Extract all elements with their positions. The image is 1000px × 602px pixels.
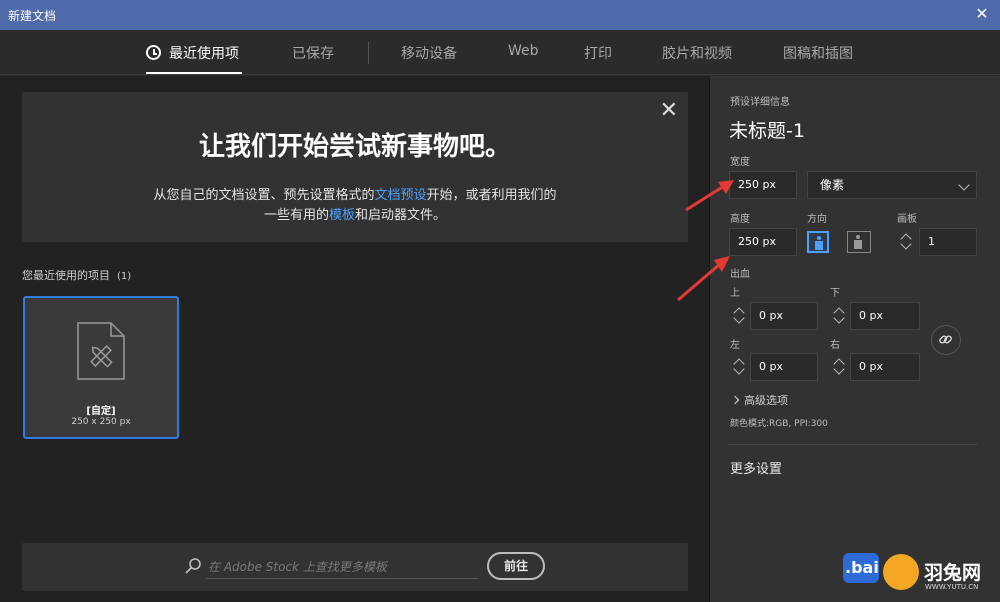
banner-text-line2: 一些有用的模板和启动器文件。 bbox=[22, 204, 688, 223]
bleed-bottom-stepper[interactable] bbox=[830, 302, 850, 330]
color-mode-text: 颜色模式:RGB, PPI:300 bbox=[730, 419, 828, 429]
banner-headline: 让我们开始尝试新事物吧。 bbox=[198, 132, 511, 162]
link-icon bbox=[939, 335, 952, 344]
bleed-left-stepper[interactable] bbox=[730, 353, 750, 381]
advanced-options-toggle[interactable]: 高级选项 bbox=[730, 392, 788, 408]
stock-search-input[interactable] bbox=[206, 555, 478, 579]
panel-divider bbox=[728, 444, 978, 445]
tab-art-illustration[interactable]: 图稿和插图 bbox=[783, 43, 853, 63]
templates-link[interactable]: 模板 bbox=[329, 208, 355, 223]
tab-film-video[interactable]: 胶片和视频 bbox=[662, 43, 732, 63]
landscape-icon bbox=[854, 235, 862, 249]
bleed-top-label: 上 bbox=[730, 288, 740, 299]
chevron-down-icon bbox=[958, 179, 970, 191]
width-field[interactable]: 250 px bbox=[729, 171, 797, 199]
recent-label-text: 您最近使用的项目 bbox=[22, 269, 110, 282]
search-icon bbox=[185, 558, 201, 574]
bleed-left-label: 左 bbox=[730, 340, 740, 351]
portrait-icon bbox=[815, 236, 823, 250]
main-area: ✕ 让我们开始尝试新事物吧。 从您自己的文档设置、预先设置格式的文档预设开始，或… bbox=[0, 76, 709, 602]
document-name-field[interactable]: 未标题-1 bbox=[729, 116, 805, 143]
watermark-text: 羽兔网 bbox=[924, 562, 982, 584]
bleed-label: 出血 bbox=[730, 269, 750, 280]
tab-recent[interactable]: 最近使用项 bbox=[146, 43, 239, 63]
window-title: 新建文档 bbox=[8, 9, 57, 23]
artboards-field[interactable]: 1 bbox=[919, 228, 977, 256]
tab-print[interactable]: 打印 bbox=[584, 43, 612, 63]
watermark-logo bbox=[883, 554, 919, 590]
bleed-right-field[interactable]: 0 px bbox=[850, 353, 920, 381]
bleed-top-stepper[interactable] bbox=[730, 302, 750, 330]
tab-recent-label: 最近使用项 bbox=[169, 46, 239, 62]
title-bar: 新建文档 ✕ bbox=[0, 0, 1000, 30]
recent-item-name: [自定] bbox=[86, 406, 116, 417]
advanced-options-label: 高级选项 bbox=[744, 394, 788, 407]
height-field[interactable]: 250 px bbox=[729, 228, 797, 256]
banner-text-line1: 从您自己的文档设置、预先设置格式的文档预设开始，或者利用我们的 bbox=[22, 184, 688, 203]
portrait-orientation-button[interactable] bbox=[807, 231, 829, 253]
tab-saved[interactable]: 已保存 bbox=[292, 43, 334, 63]
bleed-left-field[interactable]: 0 px bbox=[750, 353, 818, 381]
tab-web[interactable]: Web bbox=[508, 43, 539, 59]
bleed-right-stepper[interactable] bbox=[830, 353, 850, 381]
width-label: 宽度 bbox=[730, 157, 750, 168]
bleed-bottom-label: 下 bbox=[830, 288, 840, 299]
height-label: 高度 bbox=[730, 214, 750, 225]
stock-search-bar: 前往 bbox=[22, 543, 688, 591]
unit-value: 像素 bbox=[820, 178, 845, 192]
banner-text: 开始，或者利用我们的 bbox=[426, 188, 557, 203]
recent-item-card[interactable]: [自定] 250 x 250 px bbox=[23, 296, 179, 439]
bleed-top-field[interactable]: 0 px bbox=[750, 302, 818, 330]
unit-dropdown[interactable]: 像素 bbox=[807, 171, 977, 199]
artboards-label: 画板 bbox=[897, 214, 917, 225]
watermark-bai-logo: .bai bbox=[843, 553, 879, 583]
bleed-right-label: 右 bbox=[830, 340, 840, 351]
banner-text: 和启动器文件。 bbox=[355, 208, 447, 223]
artboards-stepper[interactable] bbox=[897, 228, 917, 256]
link-bleed-button[interactable] bbox=[931, 325, 961, 355]
watermark-url: WWW.YUTU.CN bbox=[925, 583, 979, 591]
recent-items-heading: 您最近使用的项目 (1) bbox=[22, 267, 131, 283]
window-close-icon[interactable]: ✕ bbox=[972, 4, 992, 23]
more-settings-button[interactable]: 更多设置 bbox=[730, 458, 782, 477]
banner-text: 一些有用的 bbox=[263, 208, 329, 223]
category-tabs: 最近使用项 已保存 移动设备 Web 打印 胶片和视频 图稿和插图 bbox=[0, 30, 1000, 75]
document-icon bbox=[77, 322, 125, 380]
preset-details-label: 预设详细信息 bbox=[730, 97, 790, 108]
chevron-right-icon bbox=[730, 395, 740, 405]
welcome-banner: ✕ 让我们开始尝试新事物吧。 从您自己的文档设置、预先设置格式的文档预设开始，或… bbox=[22, 92, 688, 242]
recent-item-size: 250 x 250 px bbox=[71, 417, 131, 427]
tab-divider bbox=[368, 42, 369, 64]
orientation-label: 方向 bbox=[807, 214, 827, 225]
preset-details-panel: 预设详细信息 未标题-1 宽度 250 px 像素 高度 方向 画板 250 p… bbox=[709, 76, 1000, 602]
banner-close-icon[interactable]: ✕ bbox=[660, 98, 678, 123]
recent-count: (1) bbox=[117, 271, 132, 282]
banner-text: 从您自己的文档设置、预先设置格式的 bbox=[153, 188, 375, 203]
active-tab-indicator bbox=[146, 72, 242, 74]
clock-icon bbox=[146, 45, 161, 60]
bleed-bottom-field[interactable]: 0 px bbox=[850, 302, 920, 330]
landscape-orientation-button[interactable] bbox=[847, 231, 871, 253]
go-button[interactable]: 前往 bbox=[487, 552, 545, 580]
tab-mobile[interactable]: 移动设备 bbox=[401, 43, 457, 63]
document-presets-link[interactable]: 文档预设 bbox=[374, 188, 426, 203]
